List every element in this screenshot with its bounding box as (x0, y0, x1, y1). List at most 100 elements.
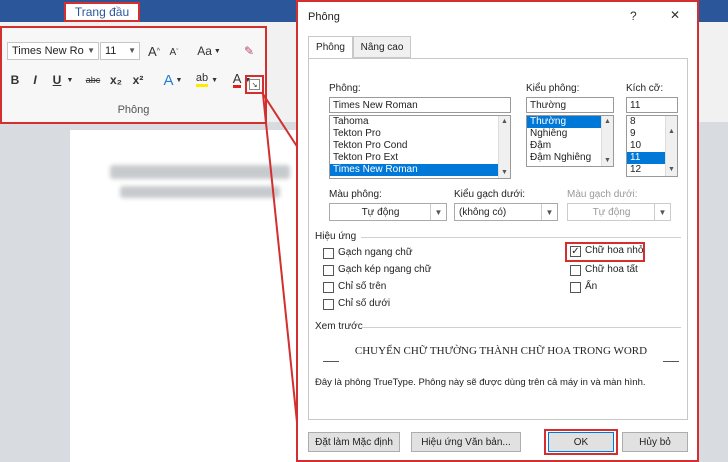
font-tab-panel: Phông: Times New Roman Tahoma Tekton Pro… (308, 58, 688, 420)
font-style-field[interactable]: Thường (526, 97, 614, 113)
superscript-button[interactable]: x² (130, 72, 146, 88)
double-strikethrough-checkbox-label: Gạch kép ngang chữ (338, 264, 432, 275)
font-size-list[interactable]: 8 9 10 11 12 ▲ ▼ (626, 115, 678, 177)
chevron-down-icon: ▼ (430, 204, 446, 220)
strikethrough-button[interactable]: abc (82, 72, 104, 88)
cancel-button[interactable]: Hủy bỏ (622, 432, 688, 452)
help-button[interactable]: ? (630, 9, 637, 23)
grow-font-button[interactable]: A ^ (146, 42, 162, 60)
tab-font-label: Phông (316, 42, 345, 53)
preview-label: Xem trước (315, 321, 363, 332)
font-size-combo[interactable]: 11 ▼ (100, 42, 140, 60)
text-effects-dialog-button[interactable]: Hiệu ứng Văn bản... (411, 432, 521, 452)
strikethrough-checkbox[interactable] (323, 248, 334, 259)
tab-font[interactable]: Phông (308, 36, 353, 59)
font-color-select[interactable]: Tự động ▼ (329, 203, 447, 221)
bold-button[interactable]: B (8, 72, 22, 88)
small-caps-checkbox-label: Chữ hoa nhỏ (585, 245, 644, 256)
preview-baseline-left (323, 361, 339, 362)
tab-advanced-label: Nâng cao (360, 41, 404, 53)
divider (361, 237, 681, 238)
list-item[interactable]: Tekton Pro (330, 128, 510, 140)
eraser-icon: ✎ (243, 44, 255, 58)
subscript-checkbox[interactable] (323, 299, 334, 310)
chevron-up-icon[interactable]: ▲ (602, 118, 613, 125)
small-caps-checkbox[interactable]: ✓ (570, 246, 581, 257)
strikethrough-checkbox-label: Gạch ngang chữ (338, 247, 413, 258)
underline-style-label: Kiểu gạch dưới: (454, 189, 526, 200)
font-dialog: Phông ? ✕ Phông Nâng cao Phông: Times Ne… (296, 0, 699, 462)
font-name-field[interactable]: Times New Roman (329, 97, 511, 113)
tab-advanced[interactable]: Nâng cao (353, 36, 411, 58)
chevron-up-icon[interactable]: ▲ (499, 118, 510, 125)
scrollbar[interactable]: ▲ ▼ (665, 116, 677, 176)
italic-button[interactable]: I (28, 72, 42, 88)
font-name-combo[interactable]: Times New Ro ▼ (7, 42, 99, 60)
preview-box: CHUYỂN CHỮ THƯỜNG THÀNH CHỮ HOA TRONG WO… (323, 339, 679, 371)
subscript-button[interactable]: x₂ (108, 72, 124, 88)
style-label: Kiểu phông: (526, 83, 580, 94)
chevron-down-icon: ▼ (654, 204, 670, 220)
hidden-checkbox-label: Ẩn (585, 281, 598, 292)
shrink-font-button[interactable]: Aˇ (166, 44, 182, 60)
font-group: Times New Ro ▼ 11 ▼ A ^ Aˇ Aa ▼ ✎ B I U ▼ … (0, 26, 267, 124)
text-effects-icon: A (163, 71, 174, 89)
chevron-down-icon: ▼ (128, 46, 136, 55)
truetype-note: Đây là phông TrueType. Phông này sẽ được… (315, 377, 646, 388)
font-name-list[interactable]: Tahoma Tekton Pro Tekton Pro Cond Tekton… (329, 115, 511, 179)
ok-button[interactable]: OK (548, 432, 614, 452)
font-color-label: Màu phông: (329, 189, 382, 200)
close-button[interactable]: ✕ (670, 8, 680, 22)
list-item[interactable]: Tahoma (330, 116, 510, 128)
list-item-selected[interactable]: Times New Roman (330, 164, 510, 176)
checkmark-icon: ✓ (571, 246, 580, 257)
hidden-checkbox[interactable] (570, 282, 581, 293)
list-item[interactable]: Tekton Pro Cond (330, 140, 510, 152)
preview-baseline-right (663, 361, 679, 362)
text-effects-button[interactable]: A ▼ (160, 71, 186, 89)
font-color-value: Tự động (361, 206, 400, 218)
font-style-list[interactable]: Thường Nghiêng Đậm Đậm Nghiêng ▲ ▼ (526, 115, 614, 167)
font-name-value: Times New Ro (12, 45, 84, 57)
set-default-button[interactable]: Đặt làm Mặc định (308, 432, 400, 452)
underline-color-select: Tự động ▼ (567, 203, 671, 221)
clear-formatting-button[interactable]: ✎ (240, 42, 258, 60)
font-group-label: Phông (117, 104, 150, 116)
highlighter-icon: ab (195, 73, 209, 87)
underline-style-select[interactable]: (không có) ▼ (454, 203, 558, 221)
change-case-button[interactable]: Aa ▼ (195, 42, 223, 60)
highlight-color-button[interactable]: ab ▼ (192, 71, 222, 89)
all-caps-checkbox[interactable] (570, 265, 581, 276)
all-caps-checkbox-label: Chữ hoa tất (585, 264, 638, 275)
font-color-icon: A (232, 70, 242, 88)
size-label: Kích cỡ: (626, 83, 664, 94)
chevron-down-icon[interactable]: ▼ (499, 169, 510, 176)
font-size-field[interactable]: 11 (626, 97, 678, 113)
double-strikethrough-checkbox[interactable] (323, 265, 334, 276)
chevron-down-icon[interactable]: ▼ (602, 157, 613, 164)
superscript-checkbox-label: Chỉ số trên (338, 281, 387, 292)
change-case-label: Aa (197, 44, 212, 58)
scrollbar[interactable]: ▲ ▼ (498, 116, 510, 178)
chevron-down-icon[interactable]: ▼ (666, 166, 677, 173)
font-size-value: 11 (105, 45, 117, 57)
chevron-up-icon[interactable]: ▲ (666, 128, 677, 135)
grow-font-label: A (148, 43, 157, 59)
chevron-down-icon[interactable]: ▼ (65, 72, 75, 88)
list-item[interactable]: Tekton Pro Ext (330, 152, 510, 164)
dialog-title: Phông (308, 11, 340, 23)
divider (361, 327, 681, 328)
underline-button[interactable]: U (50, 72, 64, 88)
underline-style-value: (không có) (459, 206, 507, 218)
scrollbar[interactable]: ▲ ▼ (601, 116, 613, 166)
superscript-checkbox[interactable] (323, 282, 334, 293)
tab-home[interactable]: Trang đầu (64, 2, 140, 22)
underline-color-value: Tự động (592, 206, 631, 218)
subscript-checkbox-label: Chỉ số dưới (338, 298, 391, 309)
chevron-down-icon: ▼ (87, 46, 95, 55)
shrink-font-label: A (169, 46, 177, 58)
chevron-down-icon: ▼ (541, 204, 557, 220)
underline-color-label: Màu gạch dưới: (567, 189, 638, 200)
effects-label: Hiệu ứng (315, 231, 357, 242)
font-label: Phông: (329, 83, 361, 94)
